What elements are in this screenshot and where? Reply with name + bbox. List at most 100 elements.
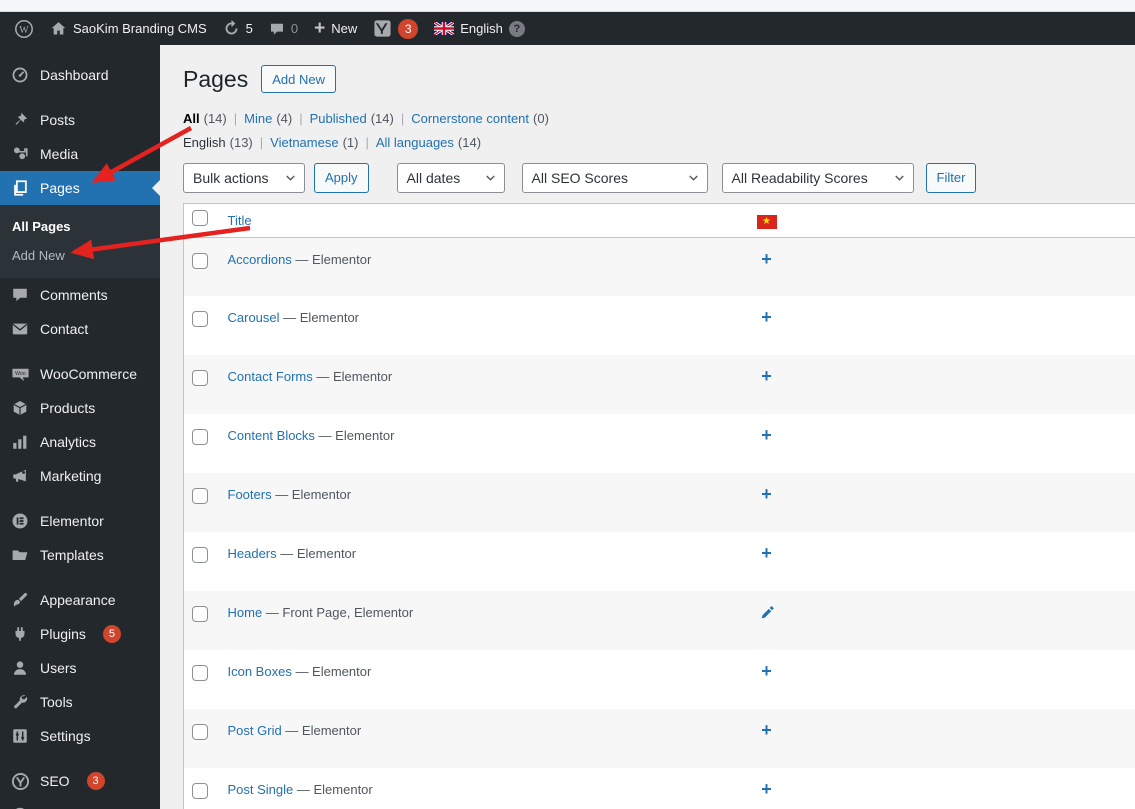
view-published-link[interactable]: Published — [310, 111, 367, 126]
row-checkbox[interactable] — [192, 783, 208, 800]
menu-separator — [0, 572, 160, 583]
apply-button[interactable]: Apply — [314, 162, 369, 193]
sidebar-item-users[interactable]: Users — [0, 651, 160, 685]
add-translation-icon[interactable]: + — [761, 308, 772, 326]
sidebar-item-media[interactable]: Media — [0, 137, 160, 171]
sidebar-item-wpml[interactable]: WPML — [0, 798, 160, 809]
sidebar-item-templates[interactable]: Templates — [0, 538, 160, 572]
comments-menu[interactable]: 0 — [261, 12, 306, 45]
sidebar-item-appearance[interactable]: Appearance — [0, 583, 160, 617]
sidebar-item-label: Pages — [40, 180, 80, 196]
sidebar-item-contact[interactable]: Contact — [0, 312, 160, 346]
title-column-header[interactable]: Title — [228, 213, 252, 228]
sidebar-item-plugins[interactable]: Plugins 5 — [0, 617, 160, 651]
add-new-button[interactable]: Add New — [261, 65, 336, 94]
table-row: Post Grid — Elementor + — [183, 709, 1135, 769]
filter-button[interactable]: Filter — [925, 162, 977, 193]
sidebar-item-analytics[interactable]: Analytics — [0, 425, 160, 459]
add-translation-icon[interactable]: + — [761, 721, 772, 739]
site-name-menu[interactable]: SaoKim Branding CMS — [42, 12, 215, 45]
add-translation-icon[interactable]: + — [761, 485, 772, 503]
view-count: (4) — [276, 110, 293, 126]
view-mine-link[interactable]: Mine — [244, 111, 272, 126]
new-content-menu[interactable]: + New — [306, 12, 365, 45]
add-translation-icon[interactable]: + — [761, 250, 772, 268]
sidebar-item-marketing[interactable]: Marketing — [0, 459, 160, 493]
yoast-seo-menu[interactable]: 3 — [365, 12, 426, 45]
page-state-label: — Elementor — [314, 428, 395, 444]
page-title-link[interactable]: Headers — [228, 546, 277, 561]
page-title-link[interactable]: Post Single — [228, 782, 294, 797]
select-all-checkbox[interactable] — [192, 210, 208, 227]
row-checkbox[interactable] — [192, 547, 208, 564]
language-vietnamese-link[interactable]: Vietnamese — [270, 135, 338, 150]
page-title-link[interactable]: Icon Boxes — [228, 664, 292, 679]
submenu-item-all-pages[interactable]: All Pages — [0, 212, 160, 241]
current-language-label: English — [460, 21, 503, 36]
row-checkbox[interactable] — [192, 606, 208, 623]
page-title-link[interactable]: Accordions — [228, 252, 292, 267]
help-icon[interactable]: ? — [508, 20, 525, 37]
table-row: Carousel — Elementor + — [184, 296, 1135, 355]
page-title-link[interactable]: Contact Forms — [228, 369, 313, 384]
add-translation-icon[interactable]: + — [761, 662, 772, 680]
submenu-item-add-new[interactable]: Add New — [0, 241, 160, 270]
admin-sidebar: Dashboard Posts Media Pages All Pages Add New… — [0, 45, 160, 809]
add-translation-icon[interactable]: + — [761, 426, 772, 444]
page-title-link[interactable]: Home — [228, 605, 263, 620]
sidebar-item-label: Elementor — [40, 513, 104, 529]
paintbrush-icon — [10, 590, 30, 610]
updates-menu[interactable]: 5 — [215, 12, 261, 45]
page-title-link[interactable]: Footers — [228, 487, 272, 502]
sidebar-item-posts[interactable]: Posts — [0, 103, 160, 137]
language-switcher-menu[interactable]: English ? — [426, 12, 533, 45]
page-title-link[interactable]: Content Blocks — [228, 428, 315, 443]
sidebar-item-label: Templates — [40, 547, 104, 563]
add-translation-icon[interactable]: + — [761, 367, 772, 385]
page-title-link[interactable]: Carousel — [228, 310, 280, 325]
row-checkbox[interactable] — [192, 665, 208, 682]
dates-select[interactable]: All dates — [396, 162, 505, 193]
vietnamese-flag-icon[interactable]: ★ — [756, 214, 777, 229]
row-checkbox[interactable] — [192, 252, 208, 269]
language-english-link[interactable]: English — [183, 135, 226, 150]
seo-scores-select[interactable]: All SEO Scores — [521, 162, 708, 193]
main-content: Pages Add New All (14) | Mine (4) | Published(… — [160, 45, 1135, 809]
view-all-link[interactable]: All — [183, 111, 200, 126]
folder-icon — [10, 545, 30, 565]
sidebar-item-products[interactable]: Products — [0, 391, 160, 425]
sidebar-item-woocommerce[interactable]: Woo WooCommerce — [0, 357, 160, 391]
readability-scores-select[interactable]: All Readability Scores — [721, 162, 914, 193]
sidebar-item-elementor[interactable]: Elementor — [0, 504, 160, 538]
sidebar-item-pages[interactable]: Pages — [0, 171, 160, 205]
view-cornerstone-content-link[interactable]: Cornerstone content — [411, 111, 529, 126]
new-label: New — [331, 21, 358, 36]
chevron-down-icon — [283, 170, 298, 185]
wp-logo-menu[interactable]: W — [6, 12, 42, 45]
menu-separator — [0, 493, 160, 504]
view-count: (14) — [203, 110, 227, 126]
sidebar-item-seo[interactable]: SEO 3 — [0, 764, 160, 798]
megaphone-icon — [10, 466, 30, 486]
page-state-label: — Elementor — [271, 487, 352, 503]
page-state-label: — Front Page, Elementor — [262, 605, 414, 621]
updates-icon — [223, 20, 240, 37]
bulk-actions-select[interactable]: Bulk actions — [183, 162, 305, 193]
sidebar-item-settings[interactable]: Settings — [0, 719, 160, 753]
sidebar-item-tools[interactable]: Tools — [0, 685, 160, 719]
row-checkbox[interactable] — [192, 370, 208, 387]
add-translation-icon[interactable]: + — [761, 544, 772, 562]
table-row: Post Single — Elementor + — [184, 768, 1135, 809]
row-checkbox[interactable] — [192, 429, 208, 446]
menu-separator — [0, 753, 160, 764]
row-checkbox[interactable] — [192, 488, 208, 505]
language-all-languages-link[interactable]: All languages — [376, 135, 454, 150]
add-translation-icon[interactable]: + — [761, 780, 772, 798]
edit-translation-icon[interactable] — [759, 605, 774, 623]
sidebar-item-comments[interactable]: Comments — [0, 278, 160, 312]
row-checkbox[interactable] — [192, 724, 208, 741]
row-checkbox[interactable] — [192, 311, 208, 328]
page-title-link[interactable]: Post Grid — [228, 723, 282, 738]
sidebar-item-dashboard[interactable]: Dashboard — [0, 58, 160, 92]
user-icon — [10, 658, 30, 678]
